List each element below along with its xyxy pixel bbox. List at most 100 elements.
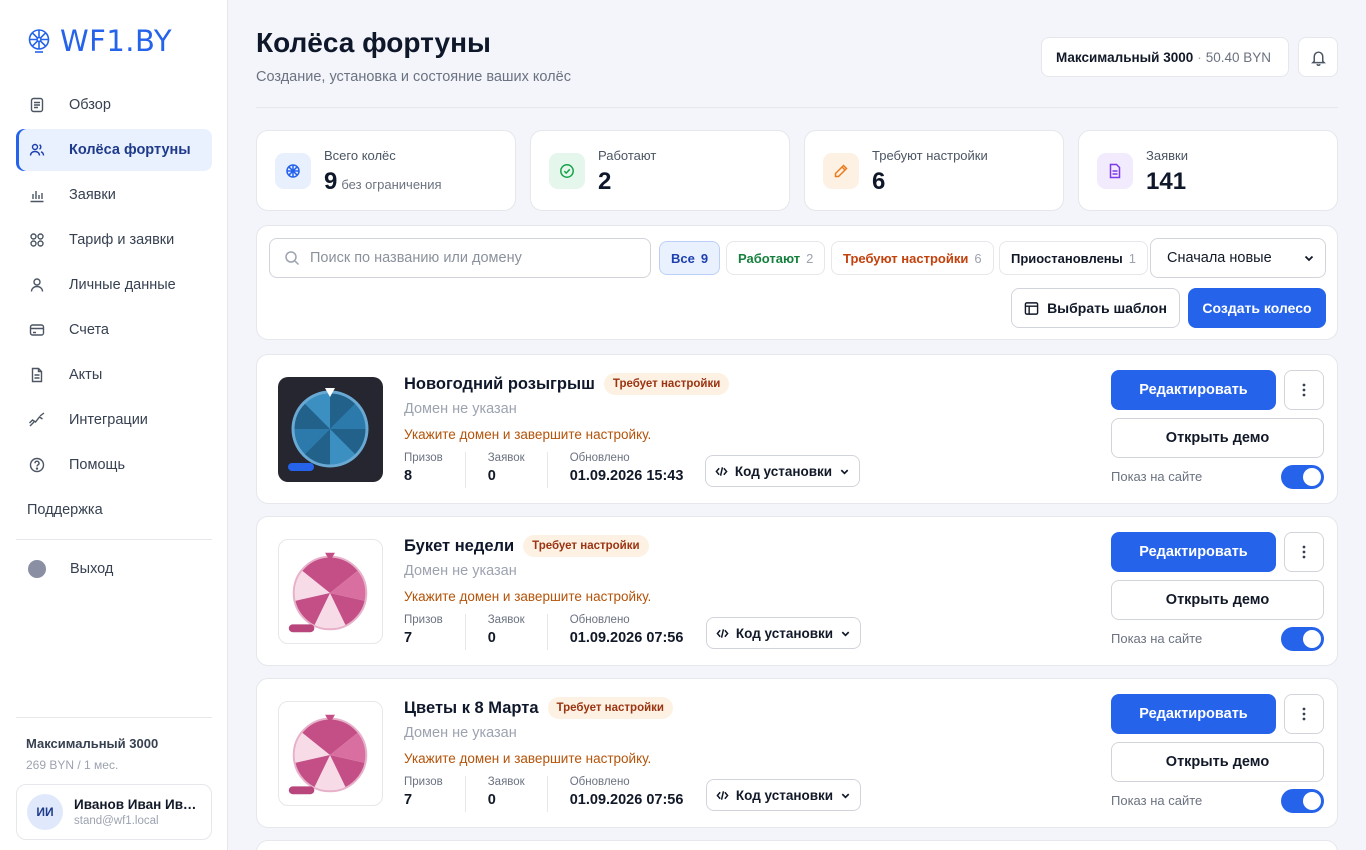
stat-note: без ограничения <box>341 177 442 192</box>
filter-chip-active[interactable]: Работают 2 <box>726 241 826 275</box>
wheel-metrics: Призов 7 Заявок 0 Обновлено 01.09.2026 07:5… <box>404 776 721 812</box>
stat-label: Требуют настройки <box>872 148 988 163</box>
chip-label: Требуют настройки <box>843 250 969 266</box>
install-code-button[interactable]: Код установки <box>705 455 860 487</box>
sidebar-item-profile[interactable]: Личные данные <box>16 264 212 306</box>
sidebar-item-support[interactable]: Поддержка <box>16 489 212 531</box>
edit-button[interactable]: Редактировать <box>1111 370 1276 410</box>
metric-label: Призов <box>404 776 443 788</box>
open-demo-button[interactable]: Открыть демо <box>1111 418 1324 458</box>
wheel-warning: Укажите домен и завершите настройку. <box>404 427 652 442</box>
users-icon <box>27 140 47 160</box>
wheel-metrics: Призов 7 Заявок 0 Обновлено 01.09.2026 07:5… <box>404 614 721 650</box>
wheel-thumbnail[interactable] <box>278 701 383 806</box>
bar-chart-icon <box>27 185 47 205</box>
install-code-button[interactable]: Код установки <box>706 617 861 649</box>
metric-value: 01.09.2026 15:43 <box>569 468 684 484</box>
open-demo-button[interactable]: Открыть демо <box>1111 742 1324 782</box>
stat-value: 6 <box>872 168 886 195</box>
page-subtitle: Создание, установка и состояние ваших ко… <box>256 69 571 85</box>
sidebar-divider <box>16 539 212 540</box>
wheel-warning: Укажите домен и завершите настройку. <box>404 589 652 604</box>
link-icon <box>27 410 47 430</box>
more-button[interactable] <box>1284 370 1324 410</box>
code-icon <box>716 790 729 800</box>
more-button[interactable] <box>1284 694 1324 734</box>
stats-row: Всего колёс 9 без ограничения Работают 2 … <box>256 130 1338 211</box>
filter-chip-paused[interactable]: Приостановлены 1 <box>999 241 1148 275</box>
choose-template-button[interactable]: Выбрать шаблон <box>1011 288 1180 328</box>
template-icon <box>1024 301 1039 315</box>
metric-leads: Заявок 0 <box>488 776 548 812</box>
wheel-domain: Домен не указан <box>404 563 517 579</box>
wheel-name[interactable]: Цветы к 8 Марта <box>404 699 539 718</box>
sidebar-plan-name: Максимальный 3000 <box>26 736 159 751</box>
stat-value: 141 <box>1146 168 1187 195</box>
card-icon <box>27 320 47 340</box>
wheel-warning: Укажите домен и завершите настройку. <box>404 751 652 766</box>
stat-icon-box <box>275 153 311 189</box>
wheel-name[interactable]: Новогодний розыгрыш <box>404 375 595 394</box>
show-on-site-toggle[interactable] <box>1281 465 1324 489</box>
notifications-button[interactable] <box>1298 37 1338 77</box>
sort-select[interactable]: Сначала новые <box>1150 238 1326 278</box>
user-card[interactable]: ИИ Иванов Иван Иванович stand@wf1.local <box>16 784 212 840</box>
metric-leads: Заявок 0 <box>488 614 548 650</box>
sidebar-item-label: Тариф и заявки <box>69 232 175 248</box>
wheel-thumbnail[interactable] <box>278 377 383 482</box>
plan-balance-chip[interactable]: Максимальный 3000 · 50.40 BYN <box>1041 37 1289 77</box>
search-input[interactable] <box>310 250 630 266</box>
filter-chip-all[interactable]: Все 9 <box>659 241 721 275</box>
sidebar-nav: Обзор Колёса фортуны Заявки Тариф и заяв… <box>16 84 212 593</box>
wheel-card: Новогодний розыгрыш Требует настройки До… <box>256 354 1338 504</box>
stat-number: 9 <box>324 168 338 195</box>
metric-value: 0 <box>487 792 496 808</box>
chip-count: 1 <box>1128 250 1136 266</box>
create-wheel-button[interactable]: Создать колесо <box>1188 288 1326 328</box>
document-icon <box>27 95 47 115</box>
sidebar-plan: Максимальный 3000 269 BYN / 1 мес. ИИ Ив… <box>16 717 212 840</box>
sidebar-item-wheels[interactable]: Колёса фортуны <box>16 129 212 171</box>
stat-label: Заявки <box>1146 148 1188 163</box>
stat-icon-box <box>1097 153 1133 189</box>
show-on-site-toggle[interactable] <box>1281 627 1324 651</box>
wheel-preview-image <box>288 552 368 633</box>
sort-value: Сначала новые <box>1167 250 1272 266</box>
metric-prizes: Призов 7 <box>404 614 466 650</box>
more-vertical-icon <box>1302 707 1306 721</box>
install-code-label: Код установки <box>735 787 834 803</box>
wheel-name[interactable]: Букет недели <box>404 537 514 556</box>
edit-button[interactable]: Редактировать <box>1111 532 1276 572</box>
metric-updated: Обновлено 01.09.2026 07:56 <box>570 614 706 650</box>
stat-label: Всего колёс <box>324 148 396 163</box>
status-badge: Требует настройки <box>603 373 730 395</box>
logout-icon <box>28 560 46 578</box>
logo[interactable]: WF1.BY <box>26 24 172 58</box>
sidebar-item-help[interactable]: Помощь <box>16 444 212 486</box>
metric-label: Призов <box>404 614 443 626</box>
search-box[interactable] <box>269 238 651 278</box>
metric-value: 0 <box>487 468 496 484</box>
wheel-title-row: Цветы к 8 Марта Требует настройки <box>404 697 673 719</box>
sidebar-item-acts[interactable]: Акты <box>16 354 212 396</box>
sidebar-item-invoices[interactable]: Счета <box>16 309 212 351</box>
filter-chip-needs-setup[interactable]: Требуют настройки 6 <box>831 241 994 275</box>
show-on-site-toggle[interactable] <box>1281 789 1324 813</box>
sidebar-item-label: Счета <box>69 322 109 338</box>
wheel-thumbnail[interactable] <box>278 539 383 644</box>
logout-button[interactable]: Выход <box>16 548 212 590</box>
more-button[interactable] <box>1284 532 1324 572</box>
edit-button[interactable]: Редактировать <box>1111 694 1276 734</box>
chip-label: Приостановлены <box>1011 250 1123 266</box>
sidebar-item-integrations[interactable]: Интеграции <box>16 399 212 441</box>
open-demo-button[interactable]: Открыть демо <box>1111 580 1324 620</box>
status-badge: Требует настройки <box>547 697 673 719</box>
chevron-down-icon <box>841 631 850 637</box>
sidebar-item-tariff[interactable]: Тариф и заявки <box>16 219 212 261</box>
install-code-button[interactable]: Код установки <box>706 779 861 811</box>
metric-label: Обновлено <box>569 614 630 626</box>
sidebar-item-leads[interactable]: Заявки <box>16 174 212 216</box>
sidebar-item-overview[interactable]: Обзор <box>16 84 212 126</box>
metric-label: Обновлено <box>569 776 630 788</box>
metric-label: Заявок <box>487 614 525 626</box>
